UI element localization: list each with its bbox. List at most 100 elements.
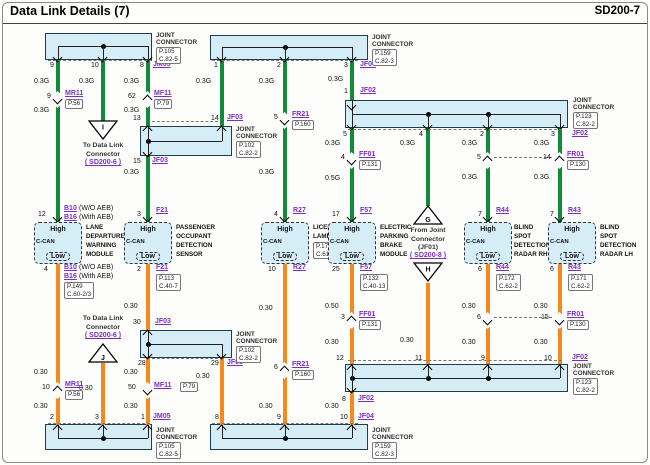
link-F21[interactable]: F21 <box>156 207 168 215</box>
svg-text:G: G <box>425 217 431 224</box>
pin-number: 5 <box>274 114 278 121</box>
wire-gauge-label: 0.3G <box>124 78 140 85</box>
can-high-wire <box>220 60 224 126</box>
pin-row-dashed-line <box>48 423 150 424</box>
link-MR11[interactable]: MR11 <box>65 90 83 98</box>
connector-ref: P.171 C.62-2 <box>568 274 593 292</box>
can-high-label: High <box>480 226 496 233</box>
link-F57[interactable]: F57 <box>360 207 372 215</box>
pin-number: 1 <box>214 62 218 69</box>
connector-ref: P.130 <box>567 320 589 330</box>
link-R43[interactable]: R43 <box>568 264 581 272</box>
joint-connector-label: JOINT CONNECTOR <box>573 363 615 377</box>
can-bus-label: C-CAN <box>466 239 485 245</box>
link-MF11[interactable]: MF11 <box>154 382 172 390</box>
link-SD200-6[interactable]: ( SD200-6 ) <box>85 332 121 340</box>
link-B10[interactable]: B10 <box>64 205 77 213</box>
connector-ref: P.159 C.82-3 <box>372 442 397 460</box>
svg-text:H: H <box>425 267 430 274</box>
link-FF01[interactable]: FF01 <box>359 311 375 319</box>
wire-gauge-label: 0.30 <box>259 403 273 410</box>
wire-gauge-label: 0.30 <box>400 337 414 344</box>
link-JM05[interactable]: JM05 <box>153 413 171 421</box>
link-R27[interactable]: R27 <box>293 264 306 272</box>
joint-connector-label: JOINT CONNECTOR <box>236 126 278 140</box>
link-JF02[interactable]: JF02 <box>572 130 588 138</box>
wire-gauge-label: (W/O AEB) <box>79 264 114 271</box>
link-R44[interactable]: R44 <box>496 207 509 215</box>
link-FF01[interactable]: FF01 <box>359 151 375 159</box>
connector-ref: P.131 <box>359 320 381 330</box>
pin-row-dashed-line <box>212 60 358 61</box>
link-SD200-8[interactable]: ( SD200-8 ) <box>410 252 446 260</box>
arrow-down-icon <box>279 115 290 126</box>
can-high-wire <box>350 60 354 100</box>
can-low-wire <box>426 283 430 364</box>
wire-gauge-label: 0.30 <box>34 403 48 410</box>
wire-gauge-label: 0.3G <box>259 169 275 176</box>
connector-ref: P.105 C.82-5 <box>156 442 181 460</box>
link-F21[interactable]: F21 <box>156 264 168 272</box>
link-R44[interactable]: R44 <box>496 264 509 272</box>
link-JF03[interactable]: JF03 <box>227 114 243 122</box>
pin-number: 13 <box>133 115 141 122</box>
svg-text:I: I <box>102 125 104 132</box>
link-JF02[interactable]: JF02 <box>360 87 376 95</box>
can-low-wire <box>146 264 150 330</box>
link-R27[interactable]: R27 <box>293 207 306 215</box>
pin-number: 28 <box>138 360 146 367</box>
can-low-wire <box>56 264 60 425</box>
bus-line <box>148 141 222 143</box>
arrow-down-icon <box>279 212 290 223</box>
link-JF02[interactable]: JF02 <box>572 354 588 362</box>
off-page-ref-I[interactable]: I <box>87 120 119 141</box>
connector-ref: P.123 C.82-2 <box>573 378 598 396</box>
connector-ref: P.56 <box>65 99 84 109</box>
pin-number: 2 <box>277 62 281 69</box>
connector-ref: P.113 C.40-7 <box>156 274 181 292</box>
link-B10[interactable]: B10 <box>64 264 77 272</box>
link-FR01[interactable]: FR01 <box>567 151 584 159</box>
joint-connector-label: JOINT CONNECTOR <box>372 34 414 48</box>
c-can-interface-box: High C-CAN Low <box>34 222 82 264</box>
link-FR01[interactable]: FR01 <box>567 311 584 319</box>
off-page-ref-J[interactable]: J <box>87 342 119 363</box>
can-low-wire <box>220 358 224 425</box>
wire-gauge-label: 0.50 <box>325 303 339 310</box>
pin-number: 7 <box>550 211 554 218</box>
link-JF03[interactable]: JF03 <box>155 318 171 326</box>
c-can-interface-box: High C-CAN Low <box>548 222 596 264</box>
wire-gauge-label: 0.3G <box>462 140 478 147</box>
wire-gauge-label: 0.3G <box>34 107 50 114</box>
can-low-label: Low <box>273 252 297 261</box>
link-MF11[interactable]: MF11 <box>154 90 172 98</box>
pin-row-dashed-line <box>48 60 152 61</box>
link-R43[interactable]: R43 <box>568 207 581 215</box>
off-page-ref-H[interactable]: H <box>412 262 444 283</box>
arrow-down-icon <box>346 155 357 166</box>
module-electric-parking-brake: ELECTRIC PARKING BRAKE MODULE <box>380 224 412 258</box>
link-B16[interactable]: B16 <box>64 273 77 281</box>
link-SD200-6[interactable]: ( SD200-6 ) <box>85 159 121 167</box>
pin-number: 10 <box>91 62 99 69</box>
wire-gauge-label: 0.30 <box>124 303 138 310</box>
link-JF02[interactable]: JF02 <box>358 395 374 403</box>
pin-row-dashed-line <box>212 423 358 424</box>
off-page-ref-G[interactable]: G <box>412 204 444 225</box>
link-F57[interactable]: F57 <box>360 264 372 272</box>
link-FR21[interactable]: FR21 <box>292 111 309 119</box>
wire-gauge-label: 0.3G <box>534 174 550 181</box>
pin-number: 29 <box>211 360 219 367</box>
pin-number: 6 <box>550 266 554 273</box>
wire-gauge-label: 0.30 <box>534 303 548 310</box>
note-text: From Joint Connector (JF01) <box>410 227 446 251</box>
can-high-wire <box>56 60 60 222</box>
connector-ref: P.102 C.82-2 <box>236 346 261 364</box>
link-JF04[interactable]: JF04 <box>358 413 374 421</box>
link-MR11[interactable]: MR11 <box>65 381 83 389</box>
link-JF03[interactable]: JF03 <box>152 157 168 165</box>
joint-connector-label: JOINT CONNECTOR <box>372 427 414 441</box>
link-B16[interactable]: B16 <box>64 214 77 222</box>
pin-number: 8 <box>215 414 219 421</box>
link-FR21[interactable]: FR21 <box>292 361 309 369</box>
